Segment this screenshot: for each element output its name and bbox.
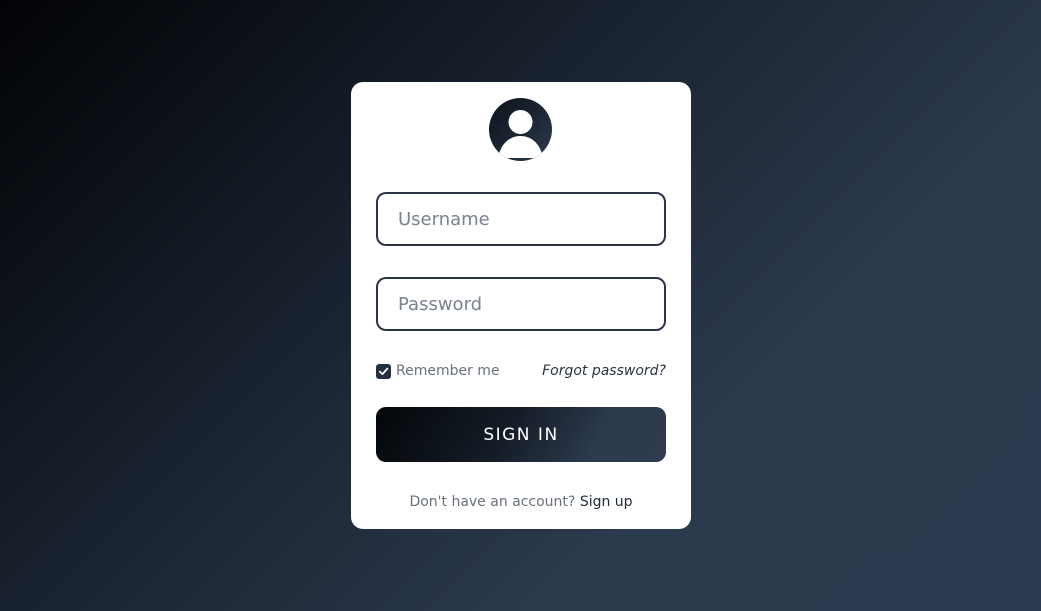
login-card: Remember me Forgot password? SIGN IN Don… bbox=[351, 82, 691, 529]
signup-prompt-text: Don't have an account? bbox=[409, 494, 576, 510]
remember-me-toggle[interactable]: Remember me bbox=[376, 363, 500, 379]
remember-me-label: Remember me bbox=[396, 363, 500, 379]
user-avatar-icon bbox=[489, 98, 552, 161]
check-icon bbox=[378, 367, 389, 375]
password-input[interactable] bbox=[376, 277, 666, 331]
login-options: Remember me Forgot password? bbox=[376, 363, 666, 383]
sign-up-link[interactable]: Sign up bbox=[580, 494, 633, 510]
sign-in-button[interactable]: SIGN IN bbox=[376, 407, 666, 462]
signup-prompt-row: Don't have an account? Sign up bbox=[351, 494, 691, 510]
remember-me-checkbox[interactable] bbox=[376, 363, 391, 379]
forgot-password-link[interactable]: Forgot password? bbox=[542, 363, 666, 379]
username-input[interactable] bbox=[376, 192, 666, 246]
